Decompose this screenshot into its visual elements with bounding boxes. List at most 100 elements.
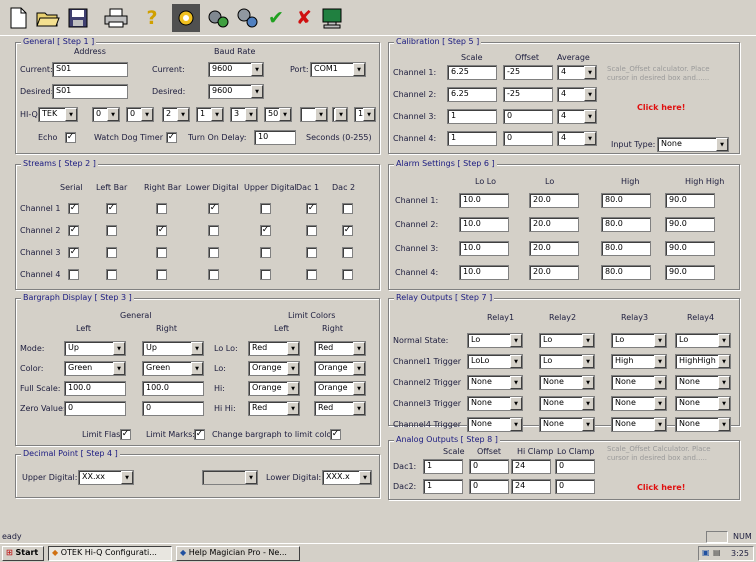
limit-left-select[interactable]: Orange ▼ xyxy=(248,361,300,376)
offset-field[interactable]: -25 xyxy=(503,65,553,80)
confirm-check-icon[interactable]: ✔ xyxy=(262,4,290,32)
watchdog-checkbox[interactable]: ✓ xyxy=(166,132,177,143)
analog-field[interactable]: 0 xyxy=(469,479,509,494)
limit-flash-checkbox[interactable]: ✓ xyxy=(120,429,131,440)
alarm-field[interactable]: 90.0 xyxy=(665,265,715,280)
relay-select[interactable]: None ▼ xyxy=(675,396,731,411)
alarm-field[interactable]: 20.0 xyxy=(529,193,579,208)
alarm-field[interactable]: 80.0 xyxy=(601,265,651,280)
desired-baud-select[interactable]: 9600 ▼ xyxy=(208,84,264,99)
alarm-field[interactable]: 20.0 xyxy=(529,217,579,232)
bargraph-left-field[interactable]: 0 xyxy=(64,401,126,416)
alarm-field[interactable]: 90.0 xyxy=(665,193,715,208)
alarm-field[interactable]: 80.0 xyxy=(601,193,651,208)
stream-checkbox[interactable] xyxy=(342,203,353,214)
analog-field[interactable]: 24 xyxy=(511,459,551,474)
bargraph-right-select[interactable]: Green ▼ xyxy=(142,361,204,376)
scale-field[interactable]: 6.25 xyxy=(447,87,497,102)
current-baud-select[interactable]: 9600 ▼ xyxy=(208,62,264,77)
relay-select[interactable]: HighHigh ▼ xyxy=(675,354,731,369)
new-file-icon[interactable] xyxy=(4,4,32,32)
stream-checkbox[interactable]: ✓ xyxy=(342,225,353,236)
analog-field[interactable]: 0 xyxy=(555,459,595,474)
alarm-field[interactable]: 10.0 xyxy=(459,193,509,208)
relay-select[interactable]: None ▼ xyxy=(611,417,667,432)
relay-select[interactable]: Lo ▼ xyxy=(467,333,523,348)
alarm-field[interactable]: 20.0 xyxy=(529,241,579,256)
stream-checkbox[interactable] xyxy=(342,269,353,280)
hiq-select-1[interactable]: TEK ▼ xyxy=(38,107,78,122)
input-type-select[interactable]: None ▼ xyxy=(657,137,729,152)
stream-checkbox[interactable] xyxy=(306,225,317,236)
limit-right-select[interactable]: Orange ▼ xyxy=(314,381,366,396)
alarm-field[interactable]: 90.0 xyxy=(665,217,715,232)
scale-field[interactable]: 1 xyxy=(447,131,497,146)
alarm-field[interactable]: 10.0 xyxy=(459,217,509,232)
hiq-select-7[interactable]: 50 ▼ xyxy=(264,107,292,122)
hiq-select-6[interactable]: 3 ▼ xyxy=(230,107,258,122)
open-folder-icon[interactable] xyxy=(34,4,62,32)
transfer-gears-icon[interactable] xyxy=(234,4,262,32)
relay-select[interactable]: LoLo ▼ xyxy=(467,354,523,369)
save-disk-icon[interactable] xyxy=(64,4,92,32)
stream-checkbox[interactable] xyxy=(306,269,317,280)
alarm-field[interactable]: 10.0 xyxy=(459,265,509,280)
bargraph-left-field[interactable]: 100.0 xyxy=(64,381,126,396)
stream-checkbox[interactable]: ✓ xyxy=(306,203,317,214)
monitor-icon[interactable] xyxy=(318,4,346,32)
relay-select[interactable]: Lo ▼ xyxy=(611,333,667,348)
relay-select[interactable]: None ▼ xyxy=(467,396,523,411)
average-select[interactable]: 4 ▼ xyxy=(557,109,597,124)
alarm-field[interactable]: 10.0 xyxy=(459,241,509,256)
hiq-select-10[interactable]: 1 ▼ xyxy=(354,107,376,122)
turn-on-delay-field[interactable]: 10 xyxy=(254,130,296,145)
echo-checkbox[interactable]: ✓ xyxy=(65,132,76,143)
relay-select[interactable]: None ▼ xyxy=(467,417,523,432)
stream-checkbox[interactable] xyxy=(260,269,271,280)
bargraph-right-field[interactable]: 100.0 xyxy=(142,381,204,396)
analog-click-here-link[interactable]: Click here! xyxy=(637,483,685,492)
limit-left-select[interactable]: Red ▼ xyxy=(248,401,300,416)
bargraph-right-field[interactable]: 0 xyxy=(142,401,204,416)
hiq-select-2[interactable]: 0 ▼ xyxy=(92,107,120,122)
taskbar-item-otek[interactable]: ◆ OTEK Hi-Q Configurati... xyxy=(48,546,172,561)
change-color-checkbox[interactable]: ✓ xyxy=(330,429,341,440)
limit-left-select[interactable]: Orange ▼ xyxy=(248,381,300,396)
hiq-select-5[interactable]: 1 ▼ xyxy=(196,107,224,122)
limit-left-select[interactable]: Red ▼ xyxy=(248,341,300,356)
bargraph-left-select[interactable]: Up ▼ xyxy=(64,341,126,356)
stream-checkbox[interactable]: ✓ xyxy=(156,225,167,236)
hiq-select-3[interactable]: 0 ▼ xyxy=(126,107,154,122)
relay-select[interactable]: Lo ▼ xyxy=(539,354,595,369)
average-select[interactable]: 4 ▼ xyxy=(557,87,597,102)
network-tray-icon[interactable]: ▣ xyxy=(702,548,710,557)
settings-chip-icon[interactable] xyxy=(172,4,200,32)
start-button[interactable]: ⊞ Start xyxy=(2,546,44,561)
alarm-field[interactable]: 80.0 xyxy=(601,241,651,256)
stream-checkbox[interactable] xyxy=(106,225,117,236)
offset-field[interactable]: -25 xyxy=(503,87,553,102)
analog-field[interactable]: 1 xyxy=(423,459,463,474)
scale-field[interactable]: 6.25 xyxy=(447,65,497,80)
stream-checkbox[interactable]: ✓ xyxy=(68,247,79,258)
printer-tray-icon[interactable]: ▤ xyxy=(713,548,721,557)
relay-select[interactable]: Lo ▼ xyxy=(675,333,731,348)
alarm-field[interactable]: 20.0 xyxy=(529,265,579,280)
relay-select[interactable]: None ▼ xyxy=(539,417,595,432)
analog-field[interactable]: 24 xyxy=(511,479,551,494)
analog-field[interactable]: 0 xyxy=(469,459,509,474)
bargraph-left-select[interactable]: Green ▼ xyxy=(64,361,126,376)
stream-checkbox[interactable] xyxy=(208,247,219,258)
stream-checkbox[interactable]: ✓ xyxy=(106,203,117,214)
hiq-select-9[interactable]: ▼ xyxy=(332,107,348,122)
stream-checkbox[interactable]: ✓ xyxy=(68,203,79,214)
limit-marks-checkbox[interactable]: ✓ xyxy=(194,429,205,440)
stream-checkbox[interactable] xyxy=(68,269,79,280)
print-icon[interactable] xyxy=(102,4,130,32)
relay-select[interactable]: None ▼ xyxy=(675,417,731,432)
alarm-field[interactable]: 90.0 xyxy=(665,241,715,256)
stream-checkbox[interactable] xyxy=(342,247,353,258)
stream-checkbox[interactable] xyxy=(106,269,117,280)
stream-checkbox[interactable] xyxy=(156,269,167,280)
stream-checkbox[interactable]: ✓ xyxy=(68,225,79,236)
